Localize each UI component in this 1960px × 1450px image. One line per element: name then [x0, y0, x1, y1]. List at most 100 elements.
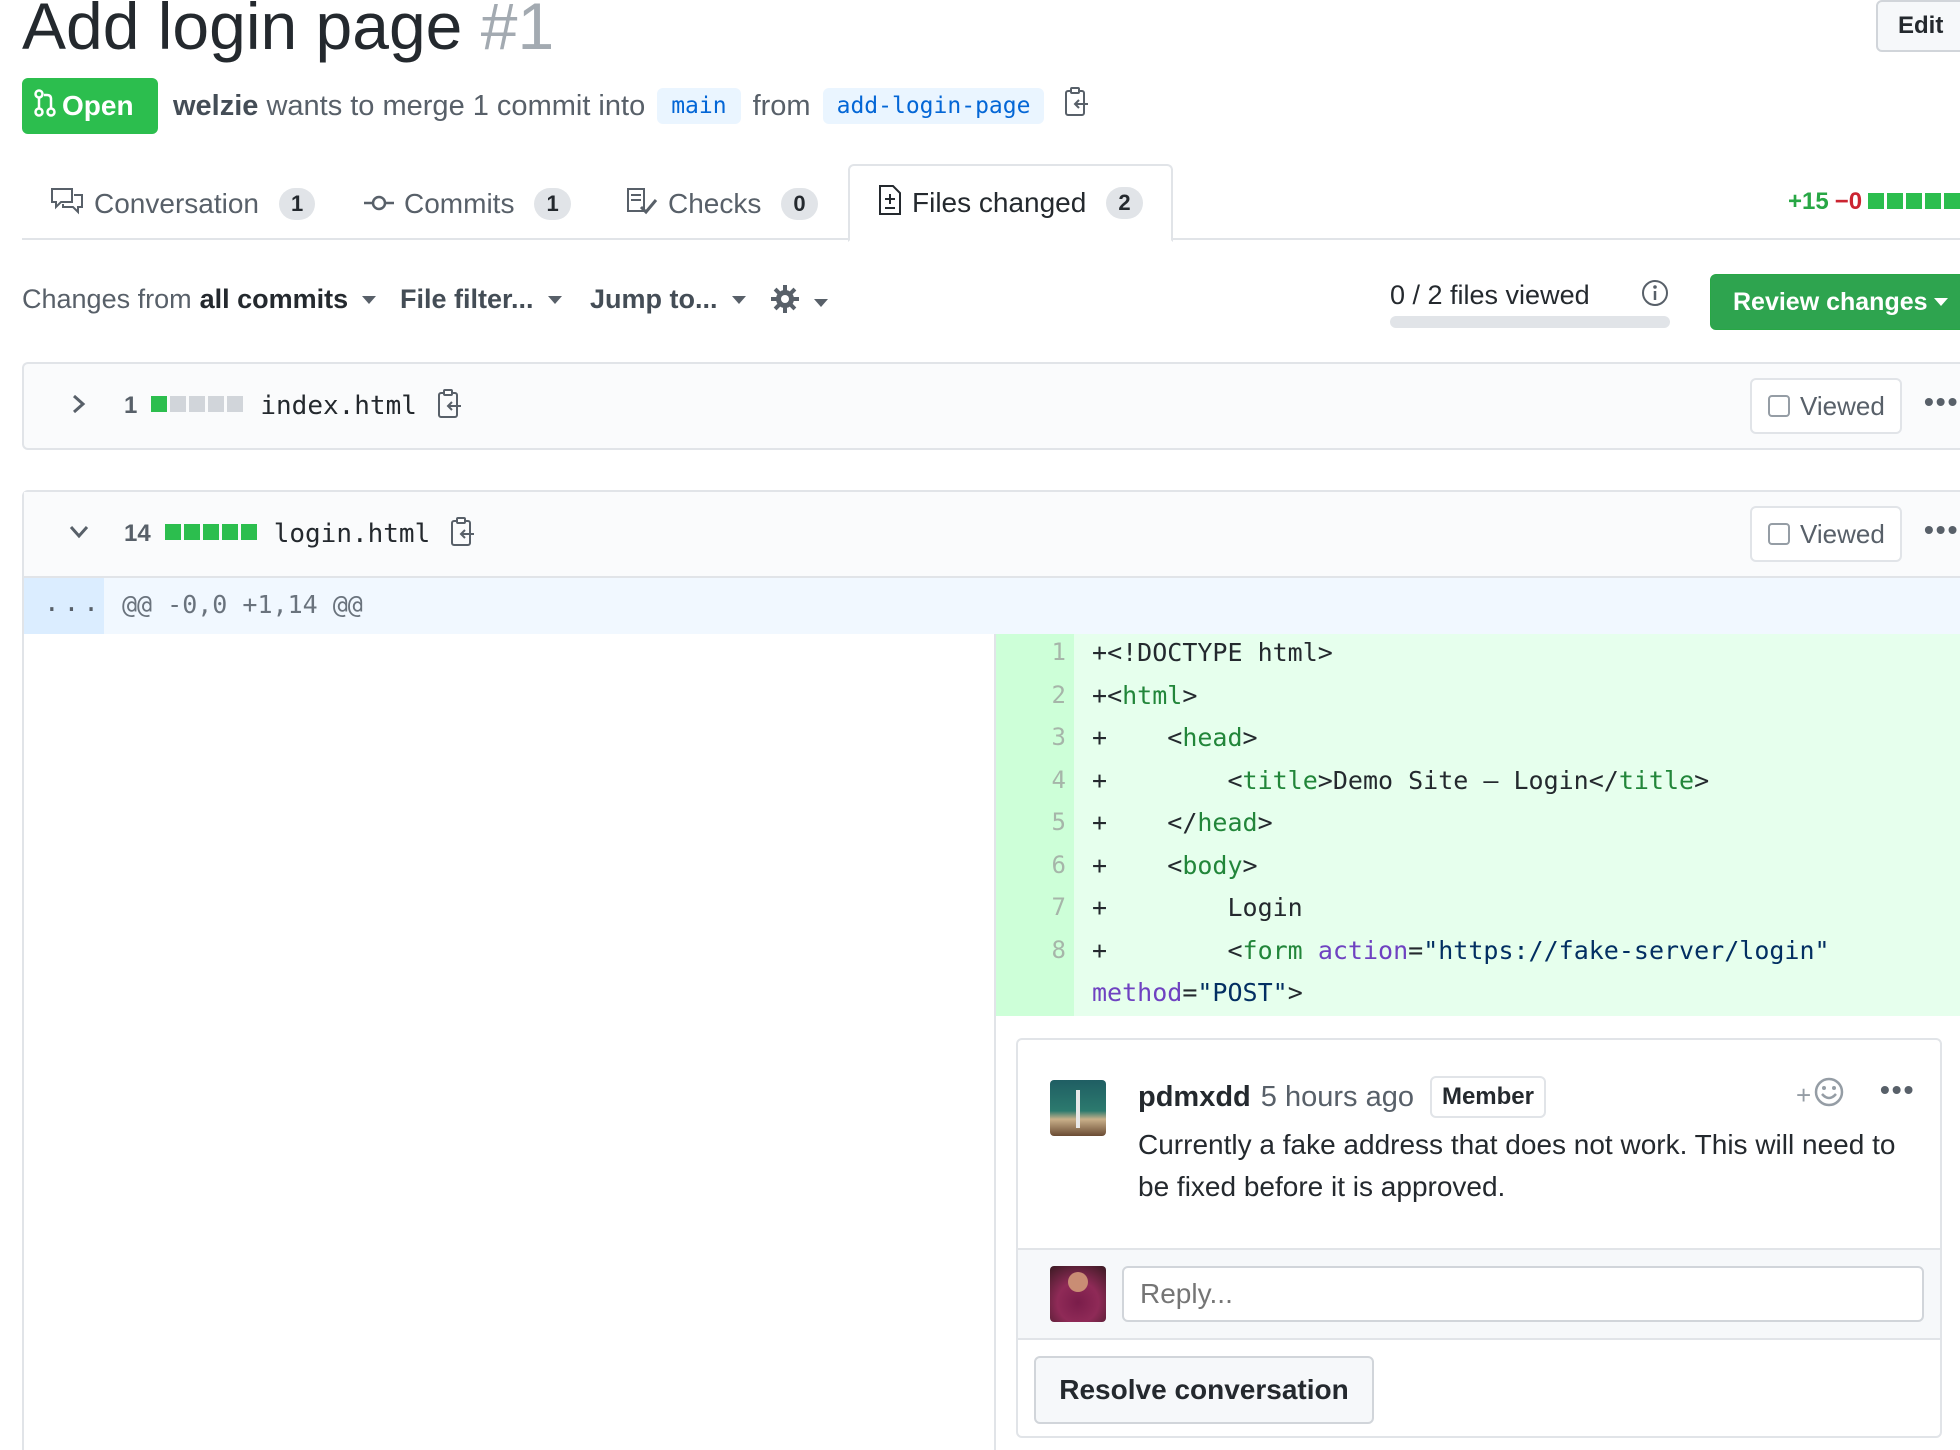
resolve-conversation-button[interactable]: Resolve conversation: [1034, 1356, 1374, 1424]
changes-from-value: all commits: [199, 284, 349, 314]
diff-line-number[interactable]: 4: [996, 766, 1066, 794]
file-name-link[interactable]: login.html: [274, 519, 431, 549]
diff-left-pane: [24, 634, 996, 1450]
kebab-horizontal-icon[interactable]: •••: [1924, 514, 1959, 546]
file-index-html: 1 index.html Viewed •••: [22, 362, 1960, 450]
diff-code-line: + <form action="https://fake-server/logi…: [1092, 935, 1830, 965]
pr-title-text: Add login page: [22, 0, 463, 63]
comment-body: Currently a fake address that does not w…: [1138, 1129, 1896, 1202]
tab-commits[interactable]: Commits 1: [364, 168, 571, 240]
file-filter-dropdown[interactable]: File filter...: [400, 284, 562, 315]
git-commit-icon: [364, 188, 394, 220]
comment-header: pdmxdd 5 hours ago Member: [1138, 1076, 1546, 1118]
diffstat-blocks: [1868, 188, 1960, 216]
diff-code-line: +<html>: [1092, 680, 1198, 710]
diff-code-line: +<!DOCTYPE html>: [1092, 638, 1333, 667]
diff-line-number[interactable]: 8: [996, 936, 1066, 964]
avatar[interactable]: [1050, 1080, 1106, 1136]
member-badge: Member: [1429, 1076, 1546, 1118]
info-icon[interactable]: [1640, 278, 1670, 313]
tab-files-changed-count: 2: [1106, 187, 1143, 219]
tab-conversation-count: 1: [278, 188, 316, 220]
file-header: 14 login.html Viewed •••: [24, 492, 1960, 578]
add-reaction-button[interactable]: +: [1796, 1076, 1845, 1115]
clippy-icon[interactable]: [450, 516, 476, 552]
jump-to-label: Jump to...: [590, 284, 718, 314]
diff-code-line: + Login: [1092, 893, 1303, 922]
tab-conversation-label: Conversation: [94, 188, 259, 219]
merge-summary: welzie wants to merge 1 commit into main…: [173, 86, 1090, 126]
pr-state-badge: Open: [22, 78, 158, 134]
pr-number: #1: [480, 0, 555, 63]
edit-button[interactable]: Edit: [1876, 0, 1960, 52]
tab-files-changed[interactable]: Files changed 2: [848, 164, 1173, 242]
file-diffstat-blocks: [151, 395, 246, 417]
diff-line-number[interactable]: 7: [996, 893, 1066, 921]
pr-state-label: Open: [62, 90, 134, 121]
tab-files-changed-label: Files changed: [912, 187, 1087, 218]
diff-line-number[interactable]: 3: [996, 723, 1066, 751]
tab-checks-label: Checks: [668, 188, 762, 219]
diff-line-number[interactable]: 2: [996, 681, 1066, 709]
file-name-link[interactable]: index.html: [260, 391, 417, 421]
clippy-icon[interactable]: [437, 388, 463, 424]
diff-code-line: + <body>: [1092, 850, 1258, 880]
comment-timestamp[interactable]: 5 hours ago: [1261, 1081, 1414, 1114]
diffstat-additions: +15: [1788, 188, 1829, 215]
jump-to-dropdown[interactable]: Jump to...: [590, 284, 746, 315]
kebab-horizontal-icon[interactable]: •••: [1880, 1074, 1915, 1106]
hunk-expand-button[interactable]: ...: [24, 578, 104, 634]
caret-down-icon: [1933, 298, 1948, 306]
diff-line-number[interactable]: 6: [996, 851, 1066, 879]
checkbox[interactable]: [1768, 523, 1790, 545]
chevron-down-icon[interactable]: [64, 524, 94, 545]
changes-from-prefix: Changes from: [22, 284, 192, 314]
tab-commits-label: Commits: [404, 188, 515, 219]
pr-author-link[interactable]: welzie: [173, 90, 258, 123]
diff-line-number[interactable]: 1: [996, 638, 1066, 666]
tab-checks-count: 0: [781, 188, 818, 220]
changes-from-dropdown[interactable]: Changes from all commits: [22, 284, 377, 315]
kebab-horizontal-icon[interactable]: •••: [1924, 386, 1959, 418]
merge-text: wants to merge 1 commit into: [266, 89, 646, 122]
diffstat-deletions: −0: [1834, 188, 1863, 215]
viewed-label: Viewed: [1800, 518, 1885, 549]
viewed-checkbox[interactable]: Viewed: [1750, 378, 1902, 434]
diff-settings-dropdown[interactable]: [770, 284, 828, 321]
file-lines-changed: 1: [124, 392, 138, 419]
checklist-icon: [626, 187, 658, 222]
diff-code-line: method="POST">: [1092, 978, 1303, 1007]
comment-author-link[interactable]: pdmxdd: [1138, 1081, 1251, 1114]
chevron-right-icon[interactable]: [64, 393, 94, 420]
file-filter-label: File filter...: [400, 284, 534, 314]
from-text: from: [752, 89, 811, 122]
tab-checks[interactable]: Checks 0: [626, 168, 818, 240]
head-branch-link[interactable]: add-login-page: [822, 88, 1045, 124]
review-changes-button[interactable]: Review changes: [1710, 274, 1960, 330]
gear-icon: [770, 284, 800, 321]
checkbox[interactable]: [1768, 395, 1790, 417]
reaction-plus: +: [1796, 1080, 1812, 1110]
diff-line-number[interactable]: 5: [996, 808, 1066, 836]
file-diff-icon: [878, 184, 902, 223]
hunk-header: @@ -0,0 +1,14 @@: [122, 590, 363, 619]
base-branch-link[interactable]: main: [657, 88, 741, 124]
review-changes-label: Review changes: [1733, 287, 1928, 316]
viewed-checkbox[interactable]: Viewed: [1750, 506, 1902, 562]
file-header: 1 index.html Viewed •••: [24, 364, 1960, 448]
files-viewed-counter: 0 / 2 files viewed: [1390, 280, 1590, 310]
avatar[interactable]: [1050, 1266, 1106, 1322]
diffstat: +15 −0: [1788, 188, 1960, 216]
viewed-label: Viewed: [1800, 390, 1885, 421]
clippy-icon[interactable]: [1064, 87, 1090, 125]
diff-code-line: + <title>Demo Site – Login</title>: [1092, 765, 1710, 795]
git-pull-request-icon: [34, 88, 56, 124]
file-lines-changed: 14: [124, 520, 151, 547]
tab-conversation[interactable]: Conversation 1: [50, 168, 316, 240]
reply-input[interactable]: [1122, 1266, 1924, 1322]
smiley-icon: [1813, 1076, 1845, 1115]
split-divider: [994, 634, 996, 1450]
caret-down-icon: [814, 298, 828, 307]
caret-down-icon: [731, 295, 746, 304]
pr-title: Add login page #1: [22, 0, 554, 64]
